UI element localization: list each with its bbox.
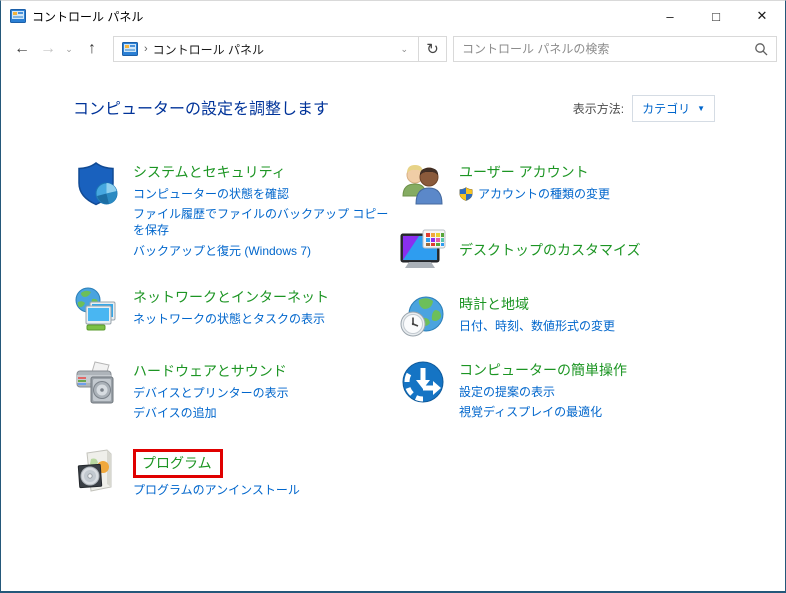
link-add-device[interactable]: デバイスの追加 <box>133 405 289 421</box>
up-button[interactable]: ↑ <box>77 36 107 62</box>
category-system-security: システムとセキュリティ コンピューターの状態を確認 ファイル履歴でファイルのバッ… <box>73 160 399 259</box>
link-view-devices-printers[interactable]: デバイスとプリンターの表示 <box>133 385 289 401</box>
category-title-ease-of-access[interactable]: コンピューターの簡単操作 <box>459 360 627 380</box>
navigation-bar: ← → ⌄ ↑ › コントロール パネル ⌄ ↻ <box>1 31 785 67</box>
link-uninstall-program[interactable]: プログラムのアンインストール <box>133 482 300 498</box>
category-title-system-security[interactable]: システムとセキュリティ <box>133 162 286 182</box>
window-title: コントロール パネル <box>32 9 144 24</box>
forward-button: → <box>40 40 56 57</box>
history-dropdown-icon[interactable]: ⌄ <box>61 44 77 55</box>
control-panel-window: コントロール パネル – □ ✕ ← → ⌄ ↑ › コントロール パネル ⌄ … <box>0 0 786 593</box>
category-network-internet: ネットワークとインターネット ネットワークの状態とタスクの表示 <box>73 285 399 333</box>
clock-region-icon[interactable] <box>399 292 447 340</box>
breadcrumb[interactable]: › コントロール パネル ⌄ <box>113 36 419 62</box>
titlebar: コントロール パネル – □ ✕ <box>1 1 785 31</box>
category-clock-region: 時計と地域 日付、時刻、数値形式の変更 <box>399 292 715 340</box>
category-title-user-accounts[interactable]: ユーザー アカウント <box>459 162 589 182</box>
link-optimize-visual-display[interactable]: 視覚ディスプレイの最適化 <box>459 404 627 420</box>
minimize-button[interactable]: – <box>647 1 693 31</box>
breadcrumb-dropdown-icon[interactable]: ⌄ <box>394 44 414 55</box>
category-title-network-internet[interactable]: ネットワークとインターネット <box>133 287 329 307</box>
link-change-account-type[interactable]: アカウントの種類の変更 <box>459 186 610 202</box>
programs-icon[interactable] <box>73 447 121 495</box>
link-change-date-time-number-formats[interactable]: 日付、時刻、数値形式の変更 <box>459 318 615 334</box>
chevron-down-icon: ▼ <box>697 104 705 113</box>
left-column: システムとセキュリティ コンピューターの状態を確認 ファイル履歴でファイルのバッ… <box>73 160 399 516</box>
search-icon[interactable] <box>754 42 768 56</box>
category-title-hardware-sound[interactable]: ハードウェアとサウンド <box>133 361 287 381</box>
breadcrumb-item-control-panel[interactable]: コントロール パネル <box>153 41 395 58</box>
back-button[interactable]: ← <box>9 36 35 62</box>
view-by-dropdown[interactable]: カテゴリ ▼ <box>632 95 715 122</box>
hardware-sound-icon[interactable] <box>73 359 121 407</box>
link-change-account-type-label: アカウントの種類の変更 <box>478 187 611 201</box>
category-user-accounts: ユーザー アカウント アカウントの種類の変更 <box>399 160 715 208</box>
system-security-icon[interactable] <box>73 160 121 208</box>
search-input[interactable] <box>462 42 754 56</box>
breadcrumb-separator-icon: › <box>144 43 148 55</box>
ease-of-access-icon[interactable] <box>399 358 447 406</box>
category-ease-of-access: コンピューターの簡単操作 設定の提案の表示 視覚ディスプレイの最適化 <box>399 358 715 420</box>
main-content: コンピューターの設定を調整します 表示方法: カテゴリ ▼ システムとセキュリテ… <box>1 67 785 516</box>
close-button[interactable]: ✕ <box>739 1 785 31</box>
right-column: ユーザー アカウント アカウントの種類の変更 デスクトップのカスタマイズ 時計と… <box>399 160 715 516</box>
view-by-label: 表示方法: <box>572 102 625 116</box>
category-appearance: デスクトップのカスタマイズ <box>399 226 715 274</box>
page-title: コンピューターの設定を調整します <box>73 101 330 118</box>
red-highlight-box: プログラム <box>133 449 223 479</box>
category-title-clock-region[interactable]: 時計と地域 <box>459 294 529 314</box>
link-check-computer-status[interactable]: コンピューターの状態を確認 <box>133 186 399 202</box>
category-programs: プログラム プログラムのアンインストール <box>73 447 399 498</box>
link-suggested-settings[interactable]: 設定の提案の表示 <box>459 384 627 400</box>
breadcrumb-control-panel-icon <box>122 42 138 56</box>
link-backup-restore-windows7[interactable]: バックアップと復元 (Windows 7) <box>133 243 399 259</box>
search-box[interactable] <box>453 36 777 62</box>
category-title-programs[interactable]: プログラム <box>142 453 212 473</box>
refresh-button[interactable]: ↻ <box>419 36 447 62</box>
user-accounts-icon[interactable] <box>399 160 447 208</box>
uac-shield-icon <box>459 187 473 201</box>
view-by-value: カテゴリ <box>642 102 691 116</box>
network-internet-icon[interactable] <box>73 285 121 333</box>
category-title-appearance[interactable]: デスクトップのカスタマイズ <box>459 240 641 260</box>
maximize-button[interactable]: □ <box>693 1 739 31</box>
control-panel-icon <box>10 9 26 23</box>
link-network-status-tasks[interactable]: ネットワークの状態とタスクの表示 <box>133 311 329 327</box>
appearance-personalization-icon[interactable] <box>399 226 447 274</box>
category-hardware-sound: ハードウェアとサウンド デバイスとプリンターの表示 デバイスの追加 <box>73 359 399 421</box>
link-file-history-backup[interactable]: ファイル履歴でファイルのバックアップ コピーを保存 <box>133 206 399 238</box>
